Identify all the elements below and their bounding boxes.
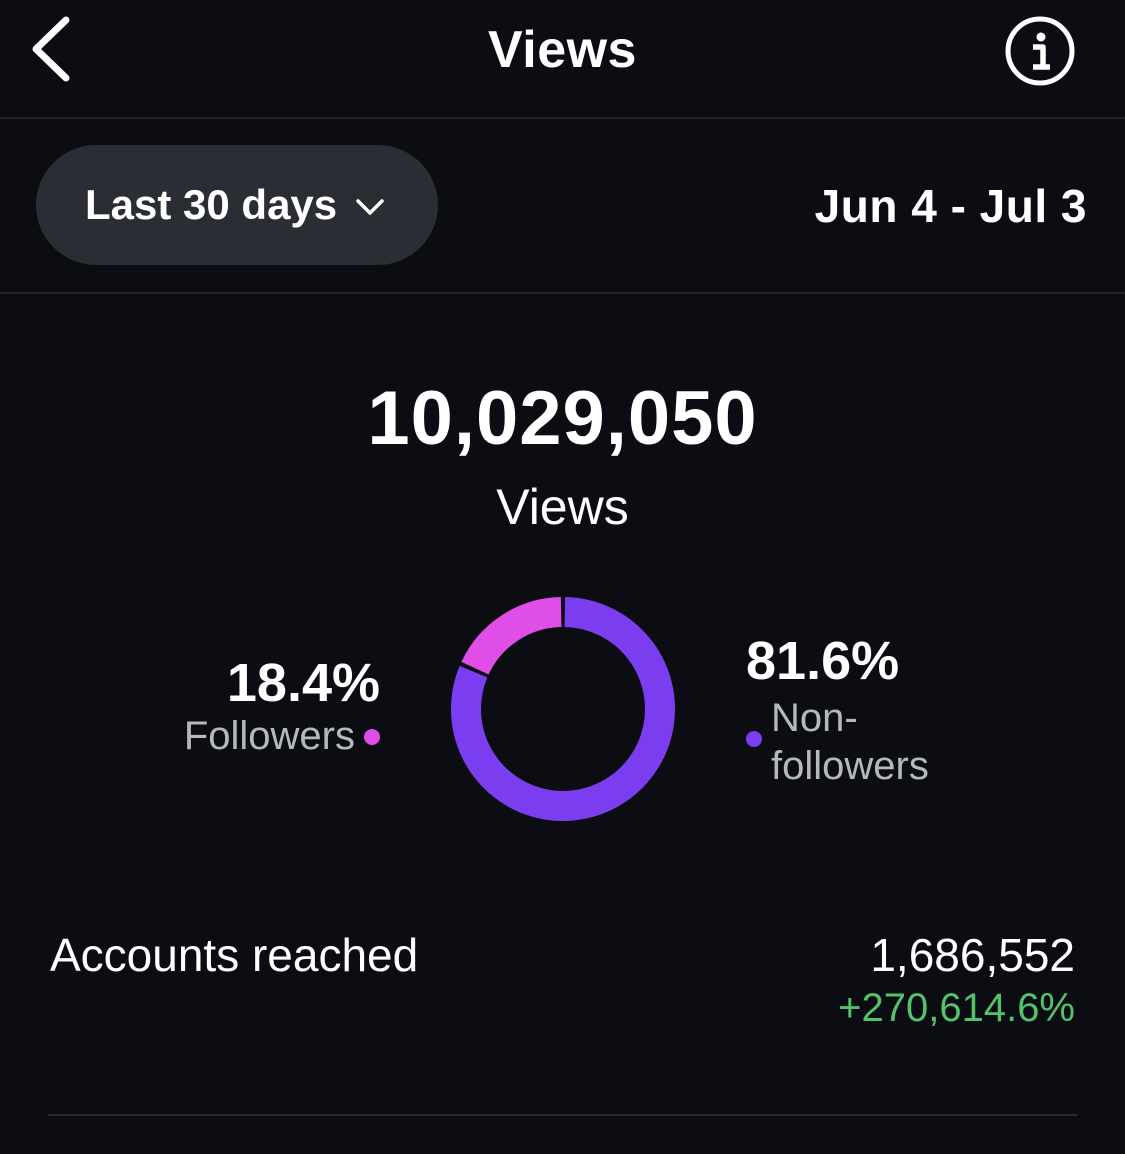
non-followers-dot [746, 731, 762, 747]
accounts-reached-label: Accounts reached [50, 929, 419, 981]
accounts-reached-value: 1,686,552 [870, 929, 1075, 981]
date-range-dropdown-label: Last 30 days [85, 181, 338, 228]
followers-label: Followers [183, 714, 355, 758]
followers-percent: 18.4% [226, 653, 380, 713]
header-bar: Views [0, 0, 1125, 119]
non-followers-percent: 81.6% [746, 631, 900, 691]
non-followers-label: Non- followers [771, 694, 971, 790]
donut-segment-followers [461, 597, 562, 675]
followers-legend: 18.4% Followers [184, 652, 380, 759]
section-divider [48, 1114, 1077, 1116]
info-button[interactable] [1004, 15, 1076, 87]
page-title: Views [488, 21, 637, 79]
non-followers-label-line2: followers [771, 744, 929, 788]
non-followers-label-line1: Non- [771, 696, 858, 740]
followers-dot [364, 728, 380, 745]
accounts-reached-change: +270,614.6% [838, 986, 1075, 1030]
chevron-down-icon [356, 199, 384, 215]
non-followers-legend: 81.6% Non- followers [746, 630, 971, 790]
filter-row: Last 30 days Jun 4 - Jul 3 [0, 119, 1125, 294]
date-range-text: Jun 4 - Jul 3 [814, 180, 1087, 232]
info-icon [1005, 16, 1075, 86]
views-total-label: Views [496, 479, 629, 535]
date-range-dropdown[interactable]: Last 30 days [36, 145, 438, 265]
views-donut-chart [451, 597, 675, 821]
views-total: 10,029,050 [367, 376, 758, 461]
